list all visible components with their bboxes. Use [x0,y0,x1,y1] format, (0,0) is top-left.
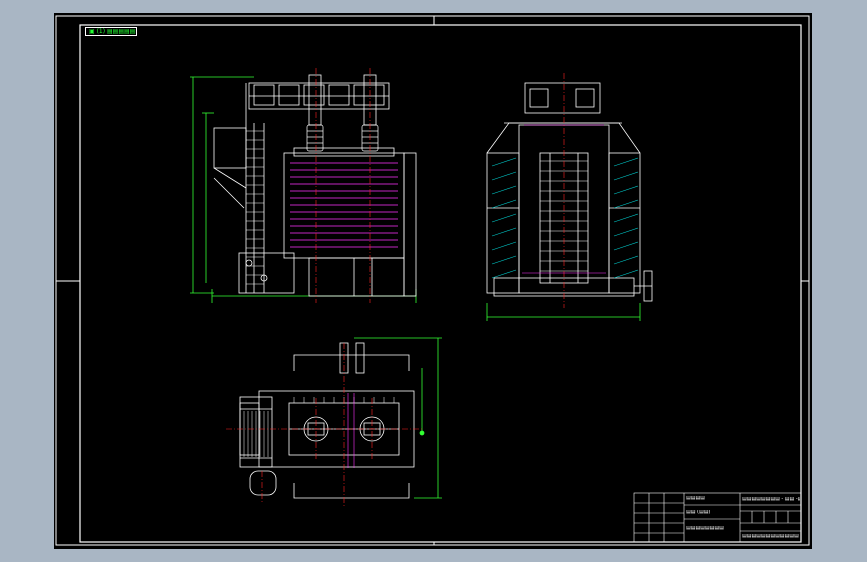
side-view [486,73,653,321]
side-view-dimensions [486,303,641,321]
title-block-footer: ▤▤▤▤▤▤▤▤▤▤▤▤ [742,534,799,539]
front-insulators [306,124,379,152]
filter-plates [290,162,398,248]
top-view [226,337,442,508]
drawing-canvas: ▣ (1) ▤▤▤▤▤▤ ▤▤▤▤ ▤▤▤▤▤▤▤▤ - ▤▤ -▤ ▤▤ (▤… [54,13,812,549]
top-pink-details [347,393,355,468]
cad-drawing [55,15,810,546]
front-view [190,68,417,303]
title-block-drawing-name: ▤▤ (▤▤) [686,510,711,515]
title-block-drawing-number: ▤▤▤▤▤▤▤▤ - ▤▤ -▤▤ [742,497,800,502]
title-block-company: ▤▤▤▤ [686,496,705,501]
title-block-project: ▤▤▤▤▤▤▤▤ [686,526,724,531]
top-view-lines [243,397,395,457]
sheet-frame [55,15,810,546]
hatched-housings [491,157,639,279]
front-view-dimensions [190,76,417,303]
ladder-rungs [246,130,264,285]
